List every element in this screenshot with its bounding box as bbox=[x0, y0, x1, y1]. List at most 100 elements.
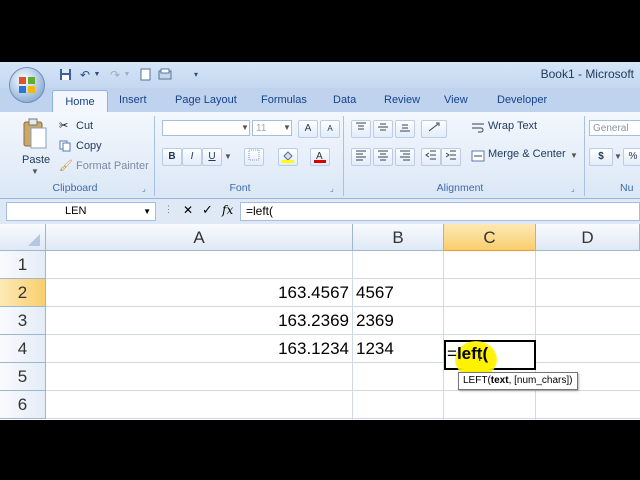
row-header-5[interactable]: 5 bbox=[0, 363, 46, 391]
bold-button[interactable]: B bbox=[162, 148, 182, 166]
decrease-indent-button[interactable] bbox=[421, 148, 441, 166]
insert-function-icon[interactable]: fx bbox=[222, 203, 233, 217]
ribbon: Paste ▼ ✂ Cut Copy 🖌 Format Painter Clip… bbox=[0, 112, 640, 199]
clipboard-launcher-icon[interactable]: ⌟ bbox=[142, 184, 146, 193]
cell-a4[interactable]: 163.1234 bbox=[46, 335, 353, 363]
formula-input[interactable]: =left( bbox=[240, 202, 640, 221]
customize-toolbar-icon[interactable]: ▾ bbox=[189, 68, 203, 82]
office-button[interactable] bbox=[9, 67, 45, 103]
merge-center-button[interactable]: Merge & Center bbox=[488, 148, 566, 160]
gridline bbox=[535, 251, 536, 420]
undo-dropdown-icon[interactable]: ▼ bbox=[90, 68, 104, 82]
font-color-icon: A bbox=[314, 151, 326, 163]
cut-icon: ✂ bbox=[59, 120, 69, 132]
cell-a3[interactable]: 163.2369 bbox=[46, 307, 353, 335]
clipboard-group-label: Clipboard bbox=[52, 182, 98, 194]
row-header-6[interactable]: 6 bbox=[0, 391, 46, 419]
font-name-dropdown-icon[interactable]: ▼ bbox=[241, 123, 249, 132]
merge-center-dropdown-icon[interactable]: ▼ bbox=[570, 151, 578, 160]
underline-button[interactable]: U bbox=[202, 148, 222, 166]
borders-button[interactable] bbox=[244, 148, 264, 166]
paste-button[interactable]: Paste bbox=[22, 154, 50, 166]
window-title: Book1 - Microsoft bbox=[540, 67, 634, 81]
redo-dropdown-icon[interactable]: ▼ bbox=[120, 68, 134, 82]
name-box-dropdown-icon[interactable]: ▼ bbox=[143, 203, 151, 220]
cell-a2[interactable]: 163.4567 bbox=[46, 279, 353, 307]
tab-page-layout[interactable]: Page Layout bbox=[175, 94, 237, 106]
tab-data[interactable]: Data bbox=[333, 94, 356, 106]
align-center-button[interactable] bbox=[373, 148, 393, 166]
worksheet-grid[interactable]: A B C D 1 2 3 4 5 6 163.4567 4567 163.23… bbox=[0, 224, 640, 420]
percent-button[interactable]: % bbox=[623, 148, 640, 166]
fill-color-icon bbox=[282, 151, 294, 163]
format-painter-button[interactable]: Format Painter bbox=[76, 160, 149, 172]
number-group-label: Nu bbox=[620, 182, 634, 194]
font-group-label: Font bbox=[229, 182, 251, 194]
select-all-icon bbox=[28, 234, 40, 246]
row-header-3[interactable]: 3 bbox=[0, 307, 46, 335]
gridline bbox=[46, 390, 640, 391]
column-header-a[interactable]: A bbox=[46, 224, 353, 251]
wrap-text-button[interactable]: Wrap Text bbox=[488, 120, 537, 132]
cell-b3[interactable]: 2369 bbox=[356, 307, 444, 335]
alignment-launcher-icon[interactable]: ⌟ bbox=[571, 184, 575, 193]
align-middle-button[interactable] bbox=[373, 120, 393, 138]
cell-b4[interactable]: 1234 bbox=[356, 335, 444, 363]
ribbon-tabs: Home Insert Page Layout Formulas Data Re… bbox=[0, 88, 640, 113]
italic-button[interactable]: I bbox=[182, 148, 202, 166]
font-color-button[interactable]: A bbox=[310, 148, 330, 166]
row-header-2[interactable]: 2 bbox=[0, 279, 46, 307]
orientation-button[interactable] bbox=[421, 120, 447, 138]
number-format-select[interactable]: General bbox=[589, 120, 640, 136]
align-left-button[interactable] bbox=[351, 148, 371, 166]
formula-bar: LEN ▼ ⋮ ✕ ✓ fx =left( bbox=[0, 199, 640, 224]
column-header-d[interactable]: D bbox=[536, 224, 640, 251]
align-center-icon bbox=[378, 150, 388, 161]
column-header-c[interactable]: C bbox=[444, 224, 536, 251]
ribbon-separator bbox=[343, 116, 344, 196]
formula-bar-handle-icon: ⋮ bbox=[164, 204, 173, 214]
currency-button[interactable]: $ bbox=[589, 148, 613, 166]
tooltip-arg-rest[interactable]: , [num_chars]) bbox=[509, 375, 573, 386]
tab-home[interactable]: Home bbox=[52, 90, 108, 113]
tab-review[interactable]: Review bbox=[384, 94, 420, 106]
cell-edit-text[interactable]: =left( bbox=[447, 340, 488, 368]
new-document-icon[interactable] bbox=[138, 68, 152, 82]
font-launcher-icon[interactable]: ⌟ bbox=[330, 184, 334, 193]
wrap-text-icon bbox=[471, 121, 485, 133]
grow-font-button[interactable]: A bbox=[298, 120, 318, 138]
enter-icon[interactable]: ✓ bbox=[202, 202, 213, 218]
decrease-indent-icon bbox=[425, 150, 436, 160]
align-top-button[interactable] bbox=[351, 120, 371, 138]
copy-button[interactable]: Copy bbox=[76, 140, 102, 152]
cell-b2[interactable]: 4567 bbox=[356, 279, 444, 307]
formula-buttons: ⋮ ✕ ✓ fx bbox=[160, 202, 240, 221]
tab-formulas[interactable]: Formulas bbox=[261, 94, 307, 106]
row-header-1[interactable]: 1 bbox=[0, 251, 46, 279]
cancel-icon[interactable]: ✕ bbox=[183, 203, 193, 217]
tooltip-arg-text[interactable]: text bbox=[491, 375, 509, 386]
paste-dropdown-icon[interactable]: ▼ bbox=[31, 167, 39, 176]
tab-insert[interactable]: Insert bbox=[119, 94, 147, 106]
currency-dropdown-icon[interactable]: ▼ bbox=[614, 152, 622, 161]
tab-view[interactable]: View bbox=[444, 94, 468, 106]
office-logo-icon bbox=[19, 77, 35, 93]
align-right-button[interactable] bbox=[395, 148, 415, 166]
name-box[interactable]: LEN ▼ bbox=[6, 202, 156, 221]
font-size-dropdown-icon[interactable]: ▼ bbox=[283, 123, 291, 132]
font-name-input[interactable] bbox=[162, 120, 250, 136]
shrink-font-button[interactable]: A bbox=[320, 120, 340, 138]
cut-button[interactable]: Cut bbox=[76, 120, 93, 132]
fill-color-button[interactable] bbox=[278, 148, 298, 166]
align-left-icon bbox=[356, 150, 366, 161]
print-preview-icon[interactable] bbox=[158, 68, 172, 82]
align-bottom-button[interactable] bbox=[395, 120, 415, 138]
select-all-corner[interactable] bbox=[0, 224, 46, 251]
increase-indent-button[interactable] bbox=[441, 148, 461, 166]
underline-dropdown-icon[interactable]: ▼ bbox=[224, 152, 232, 161]
column-header-b[interactable]: B bbox=[353, 224, 444, 251]
tab-developer[interactable]: Developer bbox=[497, 94, 547, 106]
save-icon[interactable] bbox=[58, 68, 72, 82]
row-header-4[interactable]: 4 bbox=[0, 335, 46, 363]
paste-icon[interactable] bbox=[22, 118, 48, 150]
